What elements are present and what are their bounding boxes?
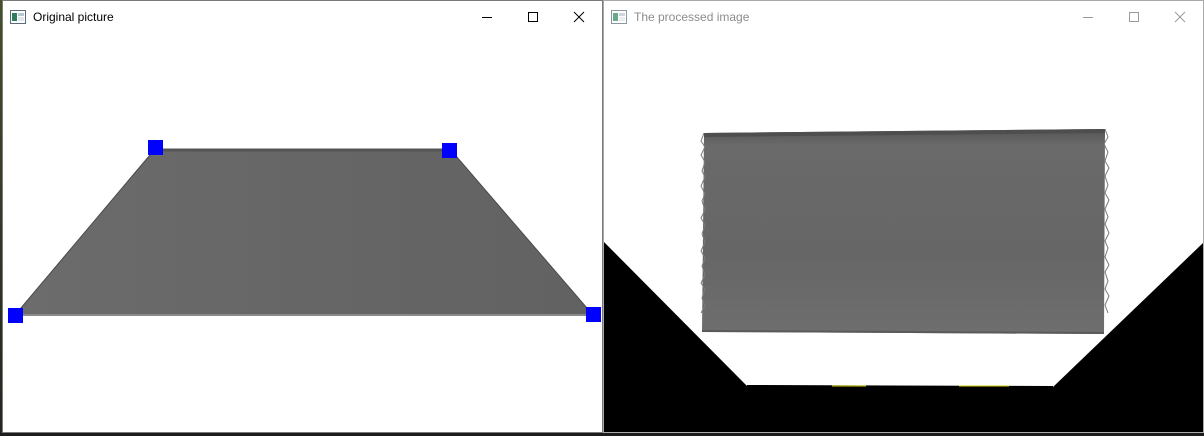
maximize-button[interactable] — [510, 1, 556, 32]
processed-image — [604, 128, 1203, 432]
rectified-rectangle — [702, 129, 1105, 334]
window-title: Original picture — [33, 9, 114, 24]
warp-border-bottom — [747, 385, 1053, 432]
close-button[interactable] — [556, 1, 602, 32]
corner-marker-top-left[interactable] — [148, 140, 163, 155]
maximize-icon — [1129, 11, 1139, 22]
processed-window-titlebar[interactable]: The processed image — [604, 1, 1203, 32]
original-window-titlebar[interactable]: Original picture — [3, 1, 602, 32]
original-image — [8, 140, 601, 323]
original-picture-window[interactable]: Original picture — [2, 0, 603, 433]
corner-marker-bottom-left[interactable] — [8, 308, 23, 323]
processed-image-canvas — [604, 32, 1203, 432]
trapezoid-shape — [13, 148, 595, 316]
window-title: The processed image — [634, 9, 750, 24]
maximize-button[interactable] — [1111, 1, 1157, 32]
minimize-icon — [1083, 16, 1093, 18]
maximize-icon — [528, 11, 538, 22]
close-icon — [1174, 11, 1186, 22]
app-icon — [10, 9, 26, 24]
original-image-canvas — [3, 32, 602, 432]
minimize-icon — [482, 16, 492, 18]
close-button[interactable] — [1157, 1, 1203, 32]
corner-marker-top-right[interactable] — [442, 143, 457, 158]
minimize-button[interactable] — [1065, 1, 1111, 32]
close-icon — [573, 11, 585, 22]
minimize-button[interactable] — [464, 1, 510, 32]
processed-image-window[interactable]: The processed image — [603, 0, 1204, 433]
app-icon — [611, 9, 627, 24]
corner-marker-bottom-right[interactable] — [586, 307, 601, 322]
